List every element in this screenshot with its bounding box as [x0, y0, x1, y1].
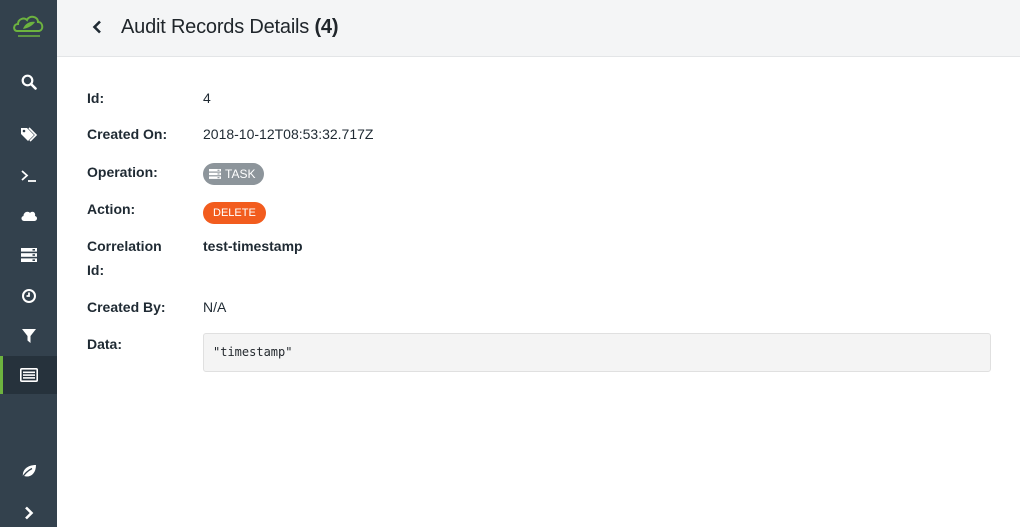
- nav-expand[interactable]: [0, 494, 57, 527]
- correlation-label-line2: Id:: [87, 262, 105, 278]
- server-icon: [20, 248, 37, 262]
- search-icon: [21, 74, 37, 90]
- operation-value: TASK: [203, 162, 265, 186]
- operation-badge-text: TASK: [225, 167, 256, 181]
- nav-analytics[interactable]: [0, 317, 57, 355]
- terminal-icon: [20, 170, 36, 182]
- operation-badge: TASK: [203, 163, 265, 185]
- data-label: Data:: [87, 336, 123, 352]
- action-label: Action:: [87, 201, 136, 217]
- nav-audit-records[interactable]: [0, 356, 57, 394]
- server-icon: [209, 169, 221, 179]
- spring-cloud-dataflow-logo[interactable]: [0, 0, 57, 52]
- correlation-label-line1: Correlation: [87, 238, 162, 254]
- action-badge: DELETE: [203, 202, 266, 224]
- page-header: Audit Records Details (4): [57, 0, 1020, 57]
- page-title: Audit Records Details (4): [121, 14, 339, 40]
- created-on-value: 2018-10-12T08:53:32.717Z: [203, 126, 374, 142]
- tags-icon: [20, 127, 37, 142]
- nav-about[interactable]: [0, 452, 57, 490]
- leaf-icon: [20, 464, 36, 478]
- created-by-label: Created By:: [87, 299, 166, 315]
- correlation-id-label: Correlation Id:: [87, 234, 177, 282]
- action-value: DELETE: [203, 199, 266, 224]
- data-value-box[interactable]: "timestamp": [203, 333, 991, 372]
- list-icon: [19, 368, 38, 382]
- nav-tasks[interactable]: [0, 236, 57, 274]
- chevron-left-icon: [92, 20, 101, 34]
- created-by-value: N/A: [203, 299, 227, 315]
- id-value: 4: [203, 90, 211, 106]
- nav-apps[interactable]: [0, 116, 57, 154]
- nav-shell[interactable]: [0, 157, 57, 195]
- clock-icon: [21, 289, 36, 303]
- nav-jobs[interactable]: [0, 277, 57, 315]
- page-title-text: Audit Records Details: [121, 16, 310, 38]
- id-label: Id:: [87, 90, 105, 106]
- nav-search[interactable]: [0, 63, 57, 101]
- created-on-label: Created On:: [87, 126, 168, 142]
- filter-icon: [21, 328, 36, 343]
- chevron-right-icon: [24, 506, 33, 520]
- sidebar: [0, 0, 57, 527]
- correlation-id-value: test-timestamp: [203, 238, 303, 254]
- nav-streams[interactable]: [0, 196, 57, 234]
- cloud-icon: [20, 211, 37, 221]
- back-button[interactable]: [85, 14, 109, 40]
- record-count: (4): [314, 16, 339, 38]
- operation-label: Operation:: [87, 164, 158, 180]
